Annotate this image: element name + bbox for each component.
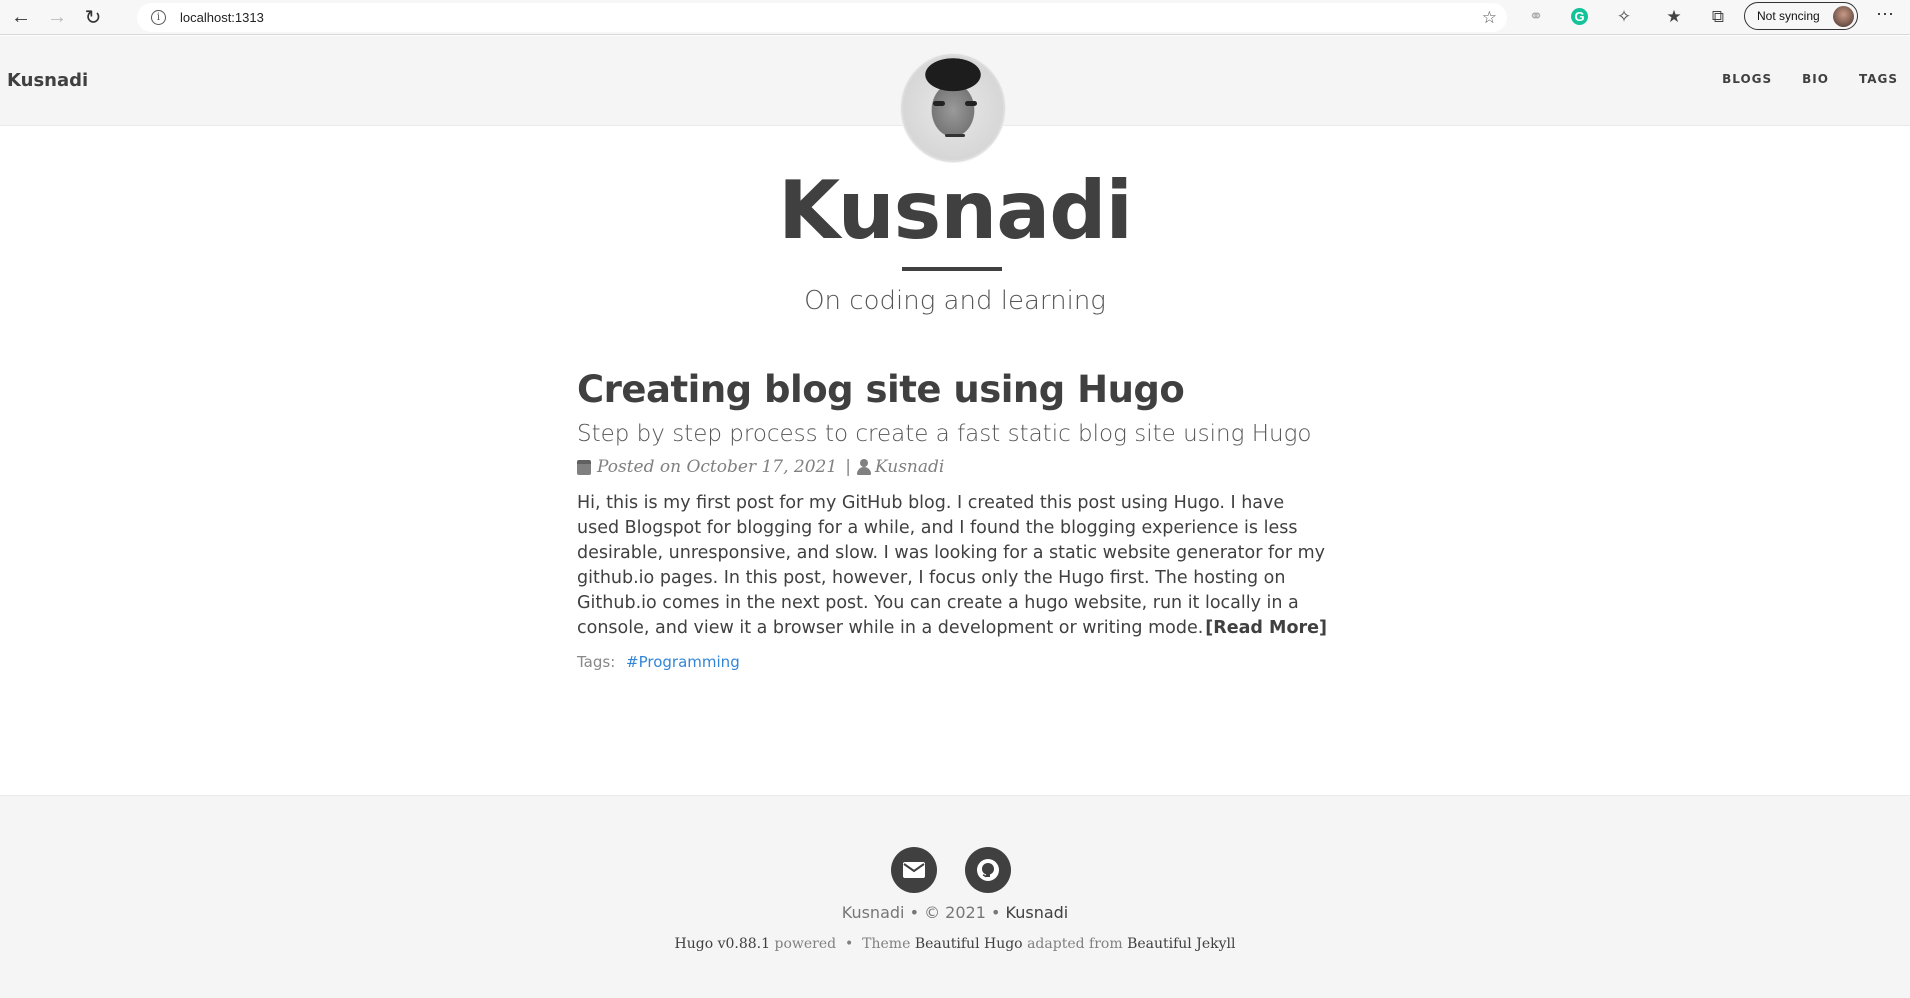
email-link[interactable]	[891, 847, 937, 893]
add-favorite-icon[interactable]: ☆	[1482, 8, 1497, 28]
sync-label: Not syncing	[1757, 9, 1820, 23]
copyright-author-link[interactable]: Kusnadi	[1006, 903, 1069, 922]
credits-separator: •	[845, 936, 854, 952]
extensions-icon[interactable]: ✧	[1613, 6, 1635, 28]
arrow-right-icon: →	[47, 5, 67, 28]
refresh-button[interactable]: ↻	[78, 2, 108, 32]
site-footer: Kusnadi • © 2021 • Kusnadi Hugo v0.88.1 …	[0, 795, 1910, 998]
nav-item-tags[interactable]: TAGS	[1859, 72, 1898, 86]
theme-prefix: Theme	[862, 936, 911, 952]
post-author: Kusnadi	[874, 457, 945, 477]
info-icon[interactable]: i	[151, 10, 166, 25]
site-title: Kusnadi	[778, 164, 1133, 257]
post-date: Posted on October 17, 2021	[597, 457, 838, 477]
github-link[interactable]	[965, 847, 1011, 893]
copyright-separator: •	[990, 903, 1001, 922]
original-theme-link[interactable]: Beautiful Jekyll	[1127, 936, 1235, 952]
more-options-icon[interactable]: ⋯	[1876, 4, 1895, 25]
forward-button[interactable]: →	[42, 2, 72, 32]
theme-link[interactable]: Beautiful Hugo	[915, 936, 1023, 952]
arrow-left-icon: ←	[11, 5, 31, 28]
profile-avatar	[1833, 6, 1854, 27]
email-icon	[903, 862, 925, 878]
tags-label: Tags:	[577, 653, 616, 671]
browser-toolbar: ← → ↻ i localhost:1313 ☆ ⚭ G ✧ ★ ⧉ Not s…	[0, 0, 1910, 35]
copyright-name: Kusnadi	[841, 903, 905, 922]
post-meta: Posted on October 17, 2021 | Kusnadi	[577, 457, 1327, 477]
tag-link[interactable]: #Programming	[626, 653, 740, 671]
copyright-year: • © 2021	[909, 903, 986, 922]
meta-separator: |	[845, 457, 851, 477]
favorites-icon[interactable]: ★	[1663, 6, 1685, 28]
avatar-eye	[965, 101, 977, 106]
back-button[interactable]: ←	[6, 2, 36, 32]
avatar-mouth	[945, 134, 965, 137]
social-links	[891, 847, 1011, 893]
credits-line: Hugo v0.88.1 powered • Theme Beautiful H…	[0, 936, 1910, 952]
url-text: localhost:1313	[180, 10, 264, 25]
avatar-eye	[933, 101, 945, 106]
copyright-line: Kusnadi • © 2021 • Kusnadi	[0, 903, 1910, 922]
post-preview: Creating blog site using Hugo Step by st…	[577, 368, 1327, 671]
hugo-version-link[interactable]: Hugo v0.88.1	[675, 936, 771, 952]
nav-menu: BLOGS BIO TAGS	[1692, 72, 1898, 86]
collections-icon[interactable]: ⧉	[1707, 6, 1729, 28]
powered-text: powered	[774, 936, 837, 952]
adapted-text: adapted from	[1027, 936, 1123, 952]
title-divider	[902, 267, 1002, 271]
post-title[interactable]: Creating blog site using Hugo	[577, 368, 1327, 411]
user-icon	[856, 459, 871, 475]
grammarly-icon[interactable]: G	[1571, 8, 1588, 25]
refresh-icon: ↻	[84, 6, 102, 29]
nav-item-blogs[interactable]: BLOGS	[1722, 72, 1772, 86]
calendar-icon	[577, 459, 591, 475]
address-bar[interactable]: i localhost:1313 ☆	[137, 3, 1507, 32]
author-avatar[interactable]	[901, 54, 1005, 162]
nav-item-bio[interactable]: BIO	[1802, 72, 1829, 86]
link-icon[interactable]: ⚭	[1525, 6, 1547, 28]
post-tags: Tags: #Programming	[577, 653, 1327, 671]
github-icon	[977, 859, 999, 881]
site-subtitle: On coding and learning	[804, 286, 1106, 316]
profile-sync-button[interactable]: Not syncing	[1744, 2, 1858, 30]
post-subtitle[interactable]: Step by step process to create a fast st…	[577, 421, 1327, 447]
read-more-link[interactable]: [Read More]	[1205, 616, 1327, 641]
post-excerpt: Hi, this is my first post for my GitHub …	[577, 491, 1327, 641]
brand-link[interactable]: Kusnadi	[7, 70, 88, 91]
